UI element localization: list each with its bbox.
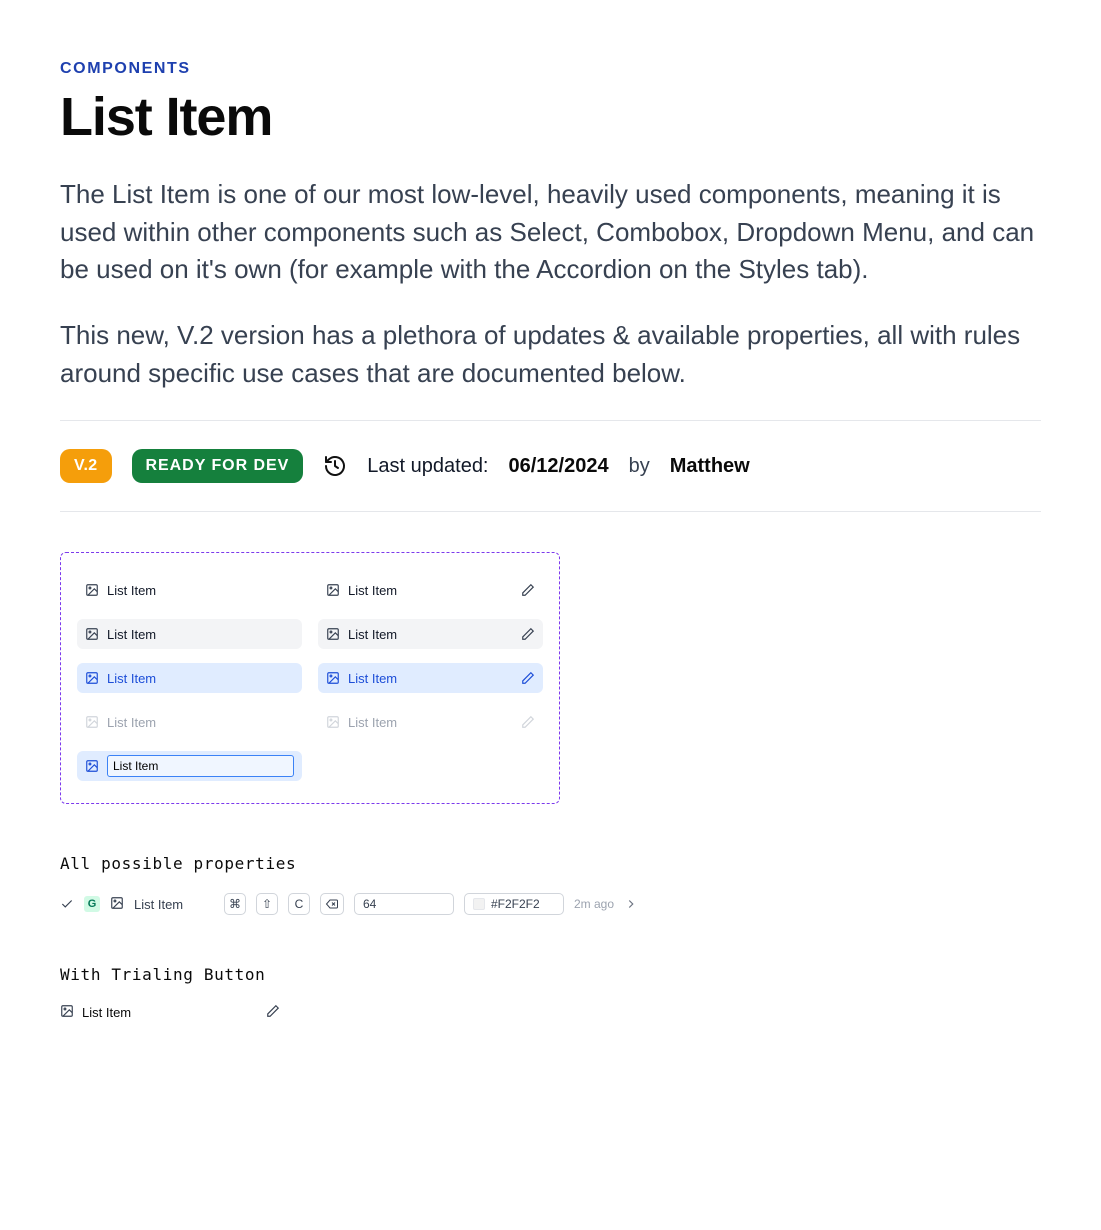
list-item-label: List Item [348, 671, 513, 686]
color-input-value: #F2F2F2 [491, 897, 540, 911]
list-item-hover[interactable]: List Item [77, 619, 302, 649]
list-item-default[interactable]: List Item [77, 575, 302, 605]
list-item-label: List Item [107, 715, 294, 730]
list-item-label: List Item [348, 715, 513, 730]
pencil-icon[interactable] [521, 671, 535, 685]
last-updated-date: 06/12/2024 [509, 455, 609, 478]
eyebrow: COMPONENTS [60, 60, 1041, 78]
image-icon [326, 715, 340, 729]
by-label: by [629, 455, 650, 478]
page-title: List Item [60, 86, 1041, 148]
list-item-selected-trailing[interactable]: List Item [318, 663, 543, 693]
image-icon [85, 627, 99, 641]
image-icon [85, 671, 99, 685]
color-swatch [473, 898, 485, 910]
preview-box: List Item List Item List Item List Item [60, 552, 560, 804]
pencil-icon [521, 715, 535, 729]
list-item-label: List Item [107, 627, 294, 642]
meta-row: V.2 READY FOR DEV Last updated: 06/12/20… [60, 449, 1041, 483]
kbd-cmd: ⌘ [224, 893, 246, 915]
backspace-icon [320, 893, 344, 915]
author-name: Matthew [670, 455, 750, 478]
image-icon [326, 671, 340, 685]
kbd-shift: ⇧ [256, 893, 278, 915]
list-item-edit-input[interactable] [107, 755, 294, 777]
group-badge: G [84, 896, 100, 912]
section-trailing-label: With Trialing Button [60, 965, 1041, 984]
list-item-disabled: List Item [77, 707, 302, 737]
image-icon [110, 896, 124, 913]
trailing-example[interactable]: List Item [60, 1004, 280, 1021]
divider [60, 511, 1041, 512]
props-row: G List Item ⌘ ⇧ C 64 #F2F2F2 2m ago [60, 893, 1041, 915]
divider [60, 420, 1041, 421]
list-item-editing[interactable] [77, 751, 302, 781]
list-item-hover-trailing[interactable]: List Item [318, 619, 543, 649]
timestamp: 2m ago [574, 897, 614, 911]
pencil-icon[interactable] [266, 1004, 280, 1021]
preview-right-column: List Item List Item List Item [318, 575, 543, 781]
image-icon [85, 759, 99, 773]
intro-paragraph-2: This new, V.2 version has a plethora of … [60, 317, 1041, 392]
number-input-value: 64 [363, 897, 376, 911]
last-updated-label: Last updated: [367, 455, 488, 478]
check-icon [60, 897, 74, 911]
list-item-label: List Item [348, 583, 513, 598]
number-input[interactable]: 64 [354, 893, 454, 915]
intro-paragraph-1: The List Item is one of our most low-lev… [60, 176, 1041, 289]
image-icon [326, 627, 340, 641]
pencil-icon[interactable] [521, 627, 535, 641]
image-icon [326, 583, 340, 597]
color-input[interactable]: #F2F2F2 [464, 893, 564, 915]
kbd-key: C [288, 893, 310, 915]
list-item-default-trailing[interactable]: List Item [318, 575, 543, 605]
image-icon [85, 715, 99, 729]
image-icon [85, 583, 99, 597]
status-badge: READY FOR DEV [132, 449, 304, 483]
history-icon [323, 454, 347, 478]
trailing-label: List Item [82, 1005, 258, 1020]
list-item-label: List Item [348, 627, 513, 642]
preview-left-column: List Item List Item List Item List Item [77, 575, 302, 781]
version-badge: V.2 [60, 449, 112, 483]
list-item-label: List Item [107, 583, 294, 598]
section-all-props-label: All possible properties [60, 854, 1041, 873]
list-item-label: List Item [107, 671, 294, 686]
props-label: List Item [134, 897, 214, 912]
list-item-disabled-trailing: List Item [318, 707, 543, 737]
chevron-right-icon[interactable] [624, 897, 638, 911]
pencil-icon[interactable] [521, 583, 535, 597]
list-item-selected[interactable]: List Item [77, 663, 302, 693]
image-icon [60, 1004, 74, 1021]
